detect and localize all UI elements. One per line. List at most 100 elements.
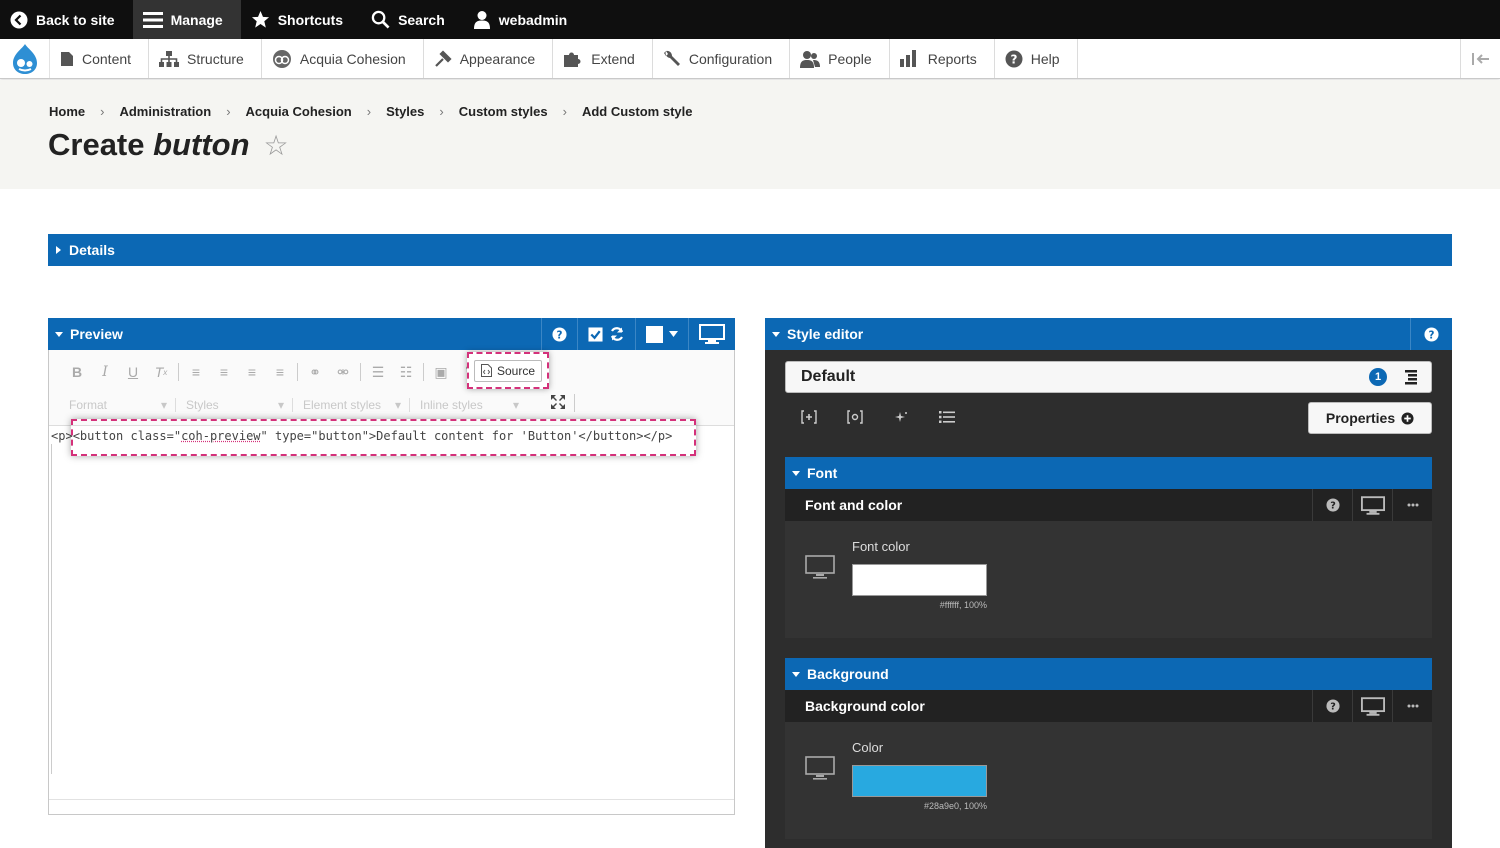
preview-background-select[interactable] bbox=[635, 318, 688, 350]
numbered-list-icon[interactable]: ☷ bbox=[392, 362, 420, 382]
unlink-icon[interactable]: ⚮ bbox=[329, 362, 357, 382]
font-help-button[interactable]: ? bbox=[1312, 489, 1352, 521]
collapse-tray-button[interactable] bbox=[1460, 39, 1500, 78]
pseudo-selector-icon[interactable] bbox=[847, 410, 863, 424]
selector-menu-icon[interactable] bbox=[1405, 370, 1417, 385]
font-color-label: Font color bbox=[852, 539, 910, 554]
breadcrumb-administration[interactable]: Administration bbox=[119, 104, 211, 119]
link-icon[interactable]: ⚭ bbox=[301, 362, 329, 382]
preview-panel: Preview ? B I U Tx ≡ ≡ ≡ ≡ ⚭ ⚮ ☰ ☷ ▣ For… bbox=[48, 318, 735, 815]
align-right-icon[interactable]: ≡ bbox=[238, 362, 266, 382]
breadcrumb-separator: › bbox=[562, 104, 567, 119]
style-editor-panel: Style editor ? Default 1 Properties Font… bbox=[765, 318, 1452, 848]
user-tab[interactable]: webadmin bbox=[463, 0, 585, 39]
source-button[interactable]: Source bbox=[473, 359, 543, 382]
preview-help-button[interactable]: ? bbox=[541, 318, 577, 350]
font-and-color-label: Font and color bbox=[805, 497, 903, 513]
style-selector-label: Default bbox=[801, 368, 856, 385]
bulleted-list-icon[interactable]: ☰ bbox=[364, 362, 392, 382]
align-center-icon[interactable]: ≡ bbox=[210, 362, 238, 382]
source-button-label: Source bbox=[496, 363, 536, 378]
page-header: Home › Administration › Acquia Cohesion … bbox=[0, 80, 1500, 189]
more-options-icon bbox=[1407, 704, 1418, 708]
preview-tools: ? bbox=[541, 318, 735, 350]
breadcrumb-styles[interactable]: Styles bbox=[386, 104, 424, 119]
tray-item-extend[interactable]: Extend bbox=[553, 39, 653, 78]
align-justify-icon[interactable]: ≡ bbox=[266, 362, 294, 382]
style-editor-header[interactable]: Style editor bbox=[765, 318, 1452, 350]
preview-header[interactable]: Preview ? bbox=[48, 318, 735, 350]
svg-text:?: ? bbox=[1429, 329, 1435, 341]
styles-select[interactable]: Styles ▾ bbox=[186, 398, 293, 412]
breadcrumb-separator: › bbox=[366, 104, 372, 119]
format-select[interactable]: Format ▾ bbox=[69, 398, 176, 412]
background-help-button[interactable]: ? bbox=[1312, 690, 1352, 722]
background-more-button[interactable] bbox=[1392, 690, 1432, 722]
background-color-swatch[interactable] bbox=[852, 765, 987, 797]
image-icon[interactable]: ▣ bbox=[427, 362, 455, 382]
preview-device-button[interactable] bbox=[688, 318, 735, 350]
add-child-selector-icon[interactable] bbox=[801, 410, 817, 424]
drupal-logo[interactable] bbox=[0, 39, 50, 78]
list-icon[interactable] bbox=[939, 410, 955, 424]
toolbar-divider bbox=[360, 363, 361, 381]
wysiwyg-toolbar: B I U Tx ≡ ≡ ≡ ≡ ⚭ ⚮ ☰ ☷ ▣ ❞ Format ▾ Sty… bbox=[49, 350, 734, 426]
font-breakpoint-button[interactable] bbox=[1352, 489, 1392, 521]
font-more-button[interactable] bbox=[1392, 489, 1432, 521]
tray-item-label: People bbox=[828, 50, 872, 67]
search-tab[interactable]: Search bbox=[361, 0, 463, 39]
tray-item-people[interactable]: People bbox=[790, 39, 890, 78]
breadcrumb-home[interactable]: Home bbox=[49, 104, 85, 119]
checkbox-checked-icon bbox=[588, 326, 603, 342]
back-to-site-link[interactable]: Back to site bbox=[0, 0, 133, 39]
tray-item-configuration[interactable]: Configuration bbox=[653, 39, 791, 78]
plus-circle-icon bbox=[1401, 411, 1414, 425]
tray-item-help[interactable]: ? Help bbox=[995, 39, 1078, 78]
style-selector[interactable]: Default 1 bbox=[785, 361, 1432, 393]
font-color-swatch[interactable] bbox=[852, 564, 987, 596]
inline-styles-select[interactable]: Inline styles ▾ bbox=[420, 398, 527, 412]
bold-icon[interactable]: B bbox=[63, 362, 91, 382]
more-options-icon bbox=[1407, 503, 1418, 507]
tray-item-label: Reports bbox=[927, 50, 977, 67]
chevron-down-icon: ▾ bbox=[394, 398, 401, 412]
background-section-header[interactable]: Background bbox=[785, 658, 1432, 690]
maximize-icon[interactable] bbox=[551, 395, 565, 409]
tray-item-content[interactable]: Content bbox=[50, 39, 150, 78]
background-swatch-icon bbox=[646, 325, 663, 343]
breadcrumb-acquia-cohesion[interactable]: Acquia Cohesion bbox=[246, 104, 352, 119]
tray-item-reports[interactable]: Reports bbox=[890, 39, 995, 78]
breadcrumb-separator: › bbox=[226, 104, 231, 119]
tray-item-appearance[interactable]: Appearance bbox=[424, 39, 554, 78]
page-title: Create button ☆ bbox=[48, 127, 289, 163]
manage-tab[interactable]: Manage bbox=[132, 0, 241, 39]
underline-icon[interactable]: U bbox=[119, 362, 147, 382]
details-toggle[interactable]: Details bbox=[48, 234, 1452, 266]
italic-icon[interactable]: I bbox=[91, 362, 119, 382]
tray-item-structure[interactable]: Structure bbox=[149, 39, 262, 78]
document-icon bbox=[61, 51, 73, 66]
desktop-monitor-icon bbox=[1360, 495, 1385, 515]
font-section-header[interactable]: Font bbox=[785, 457, 1432, 489]
background-breakpoint-button[interactable] bbox=[1352, 690, 1392, 722]
element-styles-select[interactable]: Element styles ▾ bbox=[303, 398, 410, 412]
shortcuts-tab[interactable]: Shortcuts bbox=[241, 0, 361, 39]
remove-format-icon[interactable]: Tx bbox=[147, 362, 175, 382]
sparkle-icon[interactable] bbox=[893, 410, 909, 424]
properties-button[interactable]: Properties bbox=[1308, 402, 1432, 434]
breadcrumb-custom-styles[interactable]: Custom styles bbox=[459, 104, 548, 119]
desktop-monitor-icon bbox=[1360, 696, 1385, 716]
chevron-down-icon: ▾ bbox=[160, 398, 167, 412]
chevron-down-icon: ▾ bbox=[277, 398, 284, 412]
style-editor-help-button[interactable]: ? bbox=[1410, 318, 1452, 350]
font-section-label: Font bbox=[807, 465, 838, 481]
preview-refresh-toggle[interactable] bbox=[577, 318, 635, 350]
toolbar-divider bbox=[297, 363, 298, 381]
font-and-color-header: Font and color ? bbox=[785, 489, 1432, 521]
breadcrumb-add-custom-style[interactable]: Add Custom style bbox=[582, 104, 693, 119]
align-left-icon[interactable]: ≡ bbox=[182, 362, 210, 382]
shortcut-star-icon[interactable]: ☆ bbox=[264, 129, 289, 162]
style-editor-icon-row bbox=[801, 410, 955, 424]
tray-item-acquia-cohesion[interactable]: Acquia Cohesion bbox=[262, 39, 424, 78]
background-color-value: #28a9e0, 100% bbox=[923, 801, 987, 811]
